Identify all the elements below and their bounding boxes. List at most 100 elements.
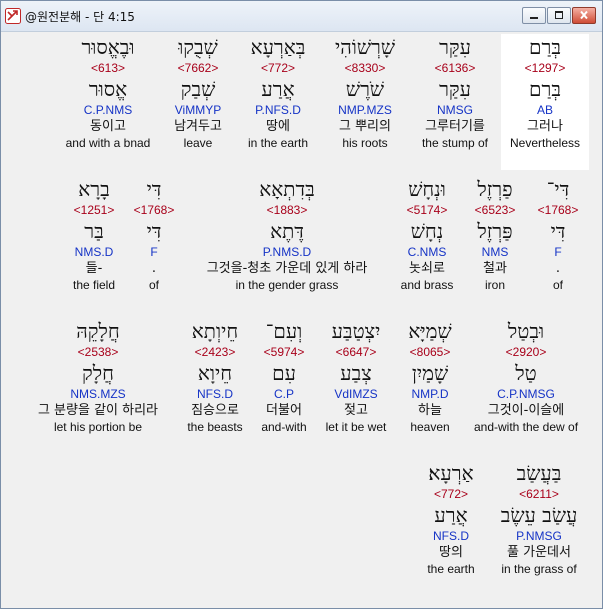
strong-number[interactable]: <5974>	[254, 344, 314, 360]
word-block[interactable]: יִצְטַבַּע <6647> צְבַע VdIMZS 젖고 let it…	[318, 318, 394, 454]
hebrew-word: בָרָא	[78, 177, 110, 201]
morph-code[interactable]: VdIMZS	[318, 386, 394, 402]
close-button[interactable]	[572, 7, 596, 24]
hebrew-lexeme: דֶּתֶא	[270, 219, 304, 243]
strong-number[interactable]: <1768>	[128, 202, 180, 218]
morph-code[interactable]: NMSG	[411, 102, 499, 118]
word-block[interactable]: וְעִם־ <5974> עִם C.P 더불어 and-with	[254, 318, 314, 454]
hebrew-word: דִּי	[146, 177, 162, 201]
word-block[interactable]: אַרְעָא׃ <772> אֲרַע NFS.D 땅의 the earth	[416, 460, 486, 596]
morph-code[interactable]: NFS.D	[416, 528, 486, 544]
morph-code[interactable]: C.P	[254, 386, 314, 402]
morph-code[interactable]: C.P.NMS	[56, 102, 160, 118]
word-block[interactable]: בָרָא <1251> בַּר NMS.D 들- the field	[62, 176, 126, 312]
strong-number[interactable]: <1883>	[184, 202, 390, 218]
morph-code[interactable]: AB	[501, 102, 589, 118]
english-gloss: and brass	[400, 278, 454, 292]
morph-code[interactable]: NMP.MZS	[321, 102, 409, 118]
word-block[interactable]: דִּי־ <1768> דִּי F . of	[526, 176, 590, 312]
word-block[interactable]: וּנְחָשׁ <5174> נְחָשׁ C.NMS 놋쇠로 and bra…	[394, 176, 460, 312]
word-block[interactable]: חֵיוְתָא <2423> חֵיוָא NFS.D 짐승으로 the be…	[180, 318, 250, 454]
morph-code[interactable]: P.NMSG	[494, 528, 584, 544]
word-block[interactable]: שְׁמַיָּא <8065> שָׁמַיִן NMP.D 하늘 heave…	[398, 318, 462, 454]
word-block[interactable]: פַרְזֶל <6523> פַּרְזֶל NMS 철과 iron	[464, 176, 526, 312]
word-block[interactable]: דִּי <1768> דִּי F . of	[128, 176, 180, 312]
english-gloss: iron	[484, 278, 505, 292]
korean-gloss: 짐승으로	[191, 403, 239, 418]
english-gloss: let his portion be	[53, 420, 143, 434]
maximize-button[interactable]	[547, 7, 571, 24]
morph-code[interactable]: F	[128, 244, 180, 260]
english-gloss: the field	[72, 278, 116, 292]
strong-number[interactable]: <5174>	[394, 202, 460, 218]
morph-code[interactable]: NFS.D	[180, 386, 250, 402]
word-block[interactable]: בַּעֲשַׂב <6211> עֲשַׂב עֵשֶׂב P.NMSG 풀 …	[494, 460, 584, 596]
korean-gloss: 그것이-이슬에	[487, 403, 565, 418]
korean-gloss: 그루터기를	[425, 119, 485, 134]
hebrew-lexeme: אֲרַע	[434, 503, 468, 527]
close-icon	[580, 10, 588, 20]
strong-number[interactable]: <2423>	[180, 344, 250, 360]
word-block[interactable]: עִקַּר <6136> עִקַּר NMSG 그루터기를 the stum…	[411, 34, 499, 170]
window-controls	[522, 7, 596, 24]
english-gloss: the stump of	[421, 136, 489, 150]
strong-number[interactable]: <613>	[56, 60, 160, 76]
morph-code[interactable]: P.NMS.D	[184, 244, 390, 260]
korean-gloss: 동이고	[90, 119, 126, 134]
strong-number[interactable]: <1297>	[501, 60, 589, 76]
word-block[interactable]: חֲלָקֵהּ <2538> חֲלָק NMS.MZS 그 분량을 같이 하…	[20, 318, 176, 454]
hebrew-word: עִקַּר	[439, 35, 471, 59]
hebrew-lexeme: דִּי	[550, 219, 566, 243]
english-gloss: heaven	[410, 420, 450, 434]
word-block[interactable]: שְׁבֻקוּ <7662> שְׁבַק ViMMYP 남겨두고 leave	[161, 34, 235, 170]
strong-number[interactable]: <6523>	[464, 202, 526, 218]
word-block[interactable]: בְּאַרְעָא <772> אֲרַע P.NFS.D 땅에 in the…	[236, 34, 320, 170]
word-block[interactable]: בְּדִתְאָא <1883> דֶּתֶא P.NMS.D 그것을-청초 …	[184, 176, 390, 312]
morph-code[interactable]: NMS.MZS	[20, 386, 176, 402]
word-block[interactable]: בְּרַם <1297> בְּרַם AB 그러나 Nevertheless	[501, 34, 589, 170]
english-gloss: of	[552, 278, 563, 292]
english-gloss: and with a bnad	[65, 136, 151, 150]
hebrew-word: בַּעֲשַׂב	[516, 461, 562, 485]
strong-number[interactable]: <2920>	[468, 344, 584, 360]
word-block[interactable]: וּבְטַל <2920> טַל C.P.NMSG 그것이-이슬에 and-…	[468, 318, 584, 454]
morph-code[interactable]: C.P.NMSG	[468, 386, 584, 402]
morph-code[interactable]: NMS.D	[62, 244, 126, 260]
strong-number[interactable]: <1251>	[62, 202, 126, 218]
english-gloss: leave	[183, 136, 213, 150]
morph-code[interactable]: NMP.D	[398, 386, 462, 402]
strong-number[interactable]: <7662>	[161, 60, 235, 76]
strong-number[interactable]: <8330>	[321, 60, 409, 76]
title-bar[interactable]: @원전분해 - 단 4:15	[1, 1, 602, 32]
hebrew-word: וּבְטַל	[507, 319, 545, 343]
korean-gloss: 하늘	[418, 403, 442, 418]
morph-code[interactable]: NMS	[464, 244, 526, 260]
strong-number[interactable]: <2538>	[20, 344, 176, 360]
hebrew-lexeme: שֹׁרֶשׁ	[345, 77, 385, 101]
hebrew-lexeme: בְּרַם	[529, 77, 561, 101]
korean-gloss: 철과	[483, 261, 507, 276]
korean-gloss: 들-	[85, 261, 103, 276]
strong-number[interactable]: <772>	[236, 60, 320, 76]
cross-arrows-icon[interactable]	[5, 8, 21, 24]
hebrew-word: יִצְטַבַּע	[331, 319, 381, 343]
strong-number[interactable]: <1768>	[526, 202, 590, 218]
strong-number[interactable]: <6647>	[318, 344, 394, 360]
strong-number[interactable]: <6211>	[494, 486, 584, 502]
morph-code[interactable]: P.NFS.D	[236, 102, 320, 118]
interlinear-content: בְּרַם <1297> בְּרַם AB 그러나 Nevertheless…	[6, 32, 598, 603]
morph-code[interactable]: ViMMYP	[161, 102, 235, 118]
morph-code[interactable]: F	[526, 244, 590, 260]
strong-number[interactable]: <772>	[416, 486, 486, 502]
hebrew-word: דִּי־	[546, 177, 570, 201]
word-block[interactable]: שָׁרְשׁוֹהִי <8330> שֹׁרֶשׁ NMP.MZS 그 뿌리…	[321, 34, 409, 170]
word-block[interactable]: וּבֶאֱסוּר <613> אֱסוּר C.P.NMS 동이고 and …	[56, 34, 160, 170]
morph-code[interactable]: C.NMS	[394, 244, 460, 260]
english-gloss: and-with	[261, 420, 307, 434]
hebrew-word: וְעִם־	[265, 319, 303, 343]
hebrew-word: אַרְעָא׃	[428, 461, 474, 485]
minimize-button[interactable]	[522, 7, 546, 24]
strong-number[interactable]: <8065>	[398, 344, 462, 360]
strong-number[interactable]: <6136>	[411, 60, 499, 76]
english-gloss: Nevertheless	[509, 136, 581, 150]
